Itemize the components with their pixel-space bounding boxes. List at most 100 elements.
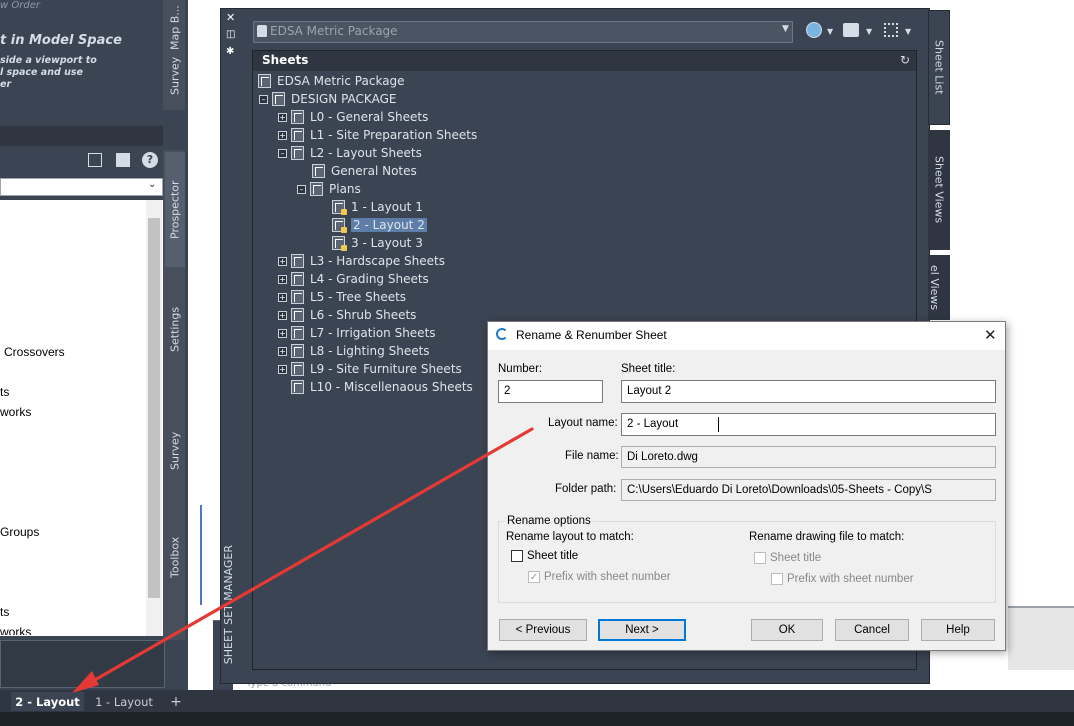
wrench-icon[interactable]: ⚙ — [192, 648, 204, 663]
tab-map-browser[interactable]: Map B... — [165, 4, 185, 52]
ssm-properties-icon[interactable]: ✱ — [226, 46, 234, 57]
tree-item-l5[interactable]: + L5 - Tree Sheets — [278, 288, 406, 306]
list-item[interactable]: Groups — [0, 525, 39, 539]
sheets-header — [253, 51, 916, 71]
model-space-desc-3: er — [0, 79, 12, 90]
selection-chevron-down-icon[interactable]: ▼ — [905, 27, 911, 36]
expand-icon[interactable]: + — [278, 274, 287, 284]
layout-tab-bar — [0, 690, 1074, 712]
subset-icon — [291, 362, 304, 376]
expand-icon[interactable]: + — [278, 112, 287, 122]
rename-drawing-label: Rename drawing file to match: — [749, 531, 905, 543]
layout-tab-active[interactable]: 2 - Layout — [11, 692, 84, 711]
printer-chevron-down-icon[interactable]: ▼ — [866, 27, 872, 36]
tree-item-label: L9 - Site Furniture Sheets — [310, 362, 462, 376]
left-dropdown[interactable] — [0, 178, 163, 196]
subset-icon — [291, 344, 304, 358]
expand-icon[interactable]: + — [278, 256, 287, 266]
tree-item-l4[interactable]: + L4 - Grading Sheets — [278, 270, 429, 288]
ssm-autohide-icon[interactable]: ◫ — [226, 29, 235, 40]
tab-prospector[interactable]: Prospector — [165, 152, 185, 267]
tab-sheet-list[interactable]: Sheet List — [928, 10, 950, 125]
tree-item-label: L3 - Hardscape Sheets — [310, 254, 445, 268]
list-item[interactable]: ts — [0, 385, 9, 399]
publish-icon[interactable] — [806, 22, 822, 38]
refresh-icon[interactable]: ↻ — [900, 53, 910, 67]
rename-layout-label: Rename layout to match: — [506, 531, 634, 543]
printer-icon[interactable] — [843, 23, 859, 37]
cancel-button[interactable]: Cancel — [835, 619, 909, 641]
folder-path-label: Folder path: — [555, 483, 617, 495]
sheet-selection-icon[interactable] — [884, 23, 898, 37]
next-button[interactable]: Next > — [598, 619, 686, 641]
tree-item-plans[interactable]: – Plans — [297, 180, 361, 198]
subset-icon — [291, 380, 304, 394]
layer-icon[interactable] — [88, 153, 102, 167]
tree-item-l0[interactable]: + L0 - General Sheets — [278, 108, 428, 126]
dialog-close-icon[interactable]: ✕ — [984, 326, 997, 344]
tree-item-l3[interactable]: + L3 - Hardscape Sheets — [278, 252, 445, 270]
ok-button[interactable]: OK — [751, 619, 823, 641]
publish-chevron-down-icon[interactable]: ▼ — [827, 27, 833, 36]
collapse-icon[interactable]: – — [297, 184, 306, 194]
add-layout-icon[interactable]: + — [166, 692, 186, 711]
tree-item-label: L4 - Grading Sheets — [310, 272, 429, 286]
tree-item-general-notes[interactable]: General Notes — [312, 162, 417, 180]
tree-sheet-layout-1[interactable]: 1 - Layout 1 — [332, 198, 423, 216]
previous-button[interactable]: < Previous — [499, 619, 587, 641]
expand-icon[interactable]: + — [278, 130, 287, 140]
list-item[interactable]: ts — [0, 605, 9, 619]
list-item[interactable]: works — [0, 405, 31, 419]
layout-name-label: Layout name: — [548, 417, 618, 429]
tab-survey[interactable]: Survey — [165, 392, 185, 510]
tab-survey-top[interactable]: Survey — [165, 54, 185, 98]
layout-sheet-title-option[interactable]: Sheet title — [511, 550, 578, 562]
tree-item-l10[interactable]: L10 - Miscellenaous Sheets — [291, 378, 473, 396]
tree-item-l2[interactable]: – L2 - Layout Sheets — [278, 144, 422, 162]
list-item[interactable]: Crossovers — [4, 345, 65, 359]
expand-icon[interactable]: + — [278, 328, 287, 338]
tree-item-label: L0 - General Sheets — [310, 110, 429, 124]
tree-sheet-layout-2[interactable]: 2 - Layout 2 — [332, 216, 427, 234]
subset-icon — [291, 326, 304, 340]
tab-settings[interactable]: Settings — [165, 270, 185, 388]
model-space-desc-1: side a viewport to — [0, 55, 97, 66]
layout-tab[interactable]: 1 - Layout — [88, 692, 160, 711]
option-label: Sheet title — [770, 552, 822, 564]
tree-package[interactable]: – DESIGN PACKAGE — [259, 90, 396, 108]
ssm-close-icon[interactable]: ✕ — [226, 11, 235, 24]
lock-icon — [341, 245, 347, 251]
expand-icon[interactable]: + — [278, 310, 287, 320]
expand-icon[interactable]: + — [278, 346, 287, 356]
left-panel-top-fade: w Order — [0, 0, 40, 11]
sheet-title-field[interactable]: Layout 2 — [621, 380, 996, 403]
number-field[interactable]: 2 — [498, 380, 603, 403]
left-toolbar — [0, 150, 163, 172]
expand-icon[interactable]: + — [278, 364, 287, 374]
list-item[interactable]: works — [0, 625, 31, 635]
tree-sheet-layout-3[interactable]: 3 - Layout 3 — [332, 234, 423, 252]
sheet-icon — [332, 236, 347, 251]
tab-toolbox[interactable]: Toolbox — [165, 512, 185, 602]
option-label: Prefix with sheet number — [544, 571, 671, 583]
command-close-icon[interactable]: ✕ — [192, 622, 202, 636]
tree-item-l7[interactable]: + L7 - Irrigation Sheets — [278, 324, 436, 342]
collapse-icon[interactable]: – — [278, 148, 287, 158]
tree-item-l9[interactable]: + L9 - Site Furniture Sheets — [278, 360, 462, 378]
left-scroll-thumb[interactable] — [148, 218, 160, 598]
tree-item-l8[interactable]: + L8 - Lighting Sheets — [278, 342, 430, 360]
collapse-icon[interactable]: – — [259, 94, 268, 104]
expand-icon[interactable]: + — [278, 292, 287, 302]
layout-sheet-title-checkbox[interactable] — [511, 550, 523, 562]
file-name-label: File name: — [565, 450, 619, 462]
tab-sheet-views[interactable]: Sheet Views — [928, 130, 950, 250]
tab-model-views[interactable]: el Views — [928, 255, 950, 320]
grid-icon[interactable] — [116, 153, 130, 167]
help-icon[interactable]: ? — [142, 152, 158, 168]
tree-item-l1[interactable]: + L1 - Site Preparation Sheets — [278, 126, 477, 144]
tree-root[interactable]: EDSA Metric Package — [258, 72, 405, 90]
help-button[interactable]: Help — [921, 619, 995, 641]
drawing-sheet-title-checkbox — [754, 552, 766, 564]
layout-name-field[interactable]: 2 - Layout — [621, 413, 996, 436]
tree-item-l6[interactable]: + L6 - Shrub Sheets — [278, 306, 416, 324]
